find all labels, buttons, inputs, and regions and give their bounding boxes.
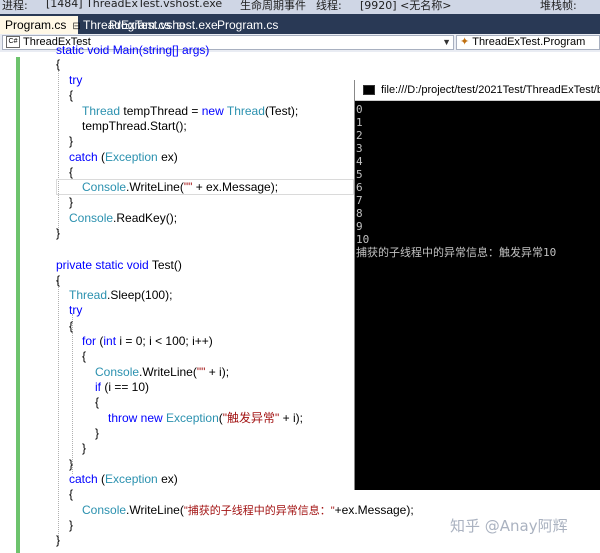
code-line: } <box>56 226 61 240</box>
csharp-project-icon: C# <box>6 36 20 49</box>
code-line: { <box>56 273 61 287</box>
console-icon <box>363 85 375 96</box>
code-line: catch (Exception ex) <box>69 472 178 486</box>
code-line: throw new Exception("触发异常" + i); <box>108 411 303 425</box>
console-title-bar[interactable]: file:///D:/project/test/2021Test/ThreadE… <box>355 80 600 101</box>
indent-guide <box>58 70 59 234</box>
code-line: Console.WriteLine("" + ex.Message); <box>82 180 279 194</box>
tab-program-cs-3[interactable]: Program.cs <box>212 16 322 34</box>
editor-gutter <box>0 52 16 553</box>
code-line: Console.WriteLine("" + i); <box>95 365 230 379</box>
code-line: try <box>69 73 83 87</box>
indent-guide <box>72 314 73 474</box>
code-line: { <box>69 165 74 179</box>
watermark: 知乎 @Anay阿辉 <box>450 517 568 535</box>
class-icon: ✦ <box>460 36 470 48</box>
code-line: } <box>95 426 100 440</box>
code-line: if (i == 10) <box>95 380 150 394</box>
thread-label: 线程: <box>316 0 342 12</box>
console-output: 0 1 2 3 4 5 6 7 8 9 10 捕获的子线程中的异常信息：触发异常… <box>356 103 557 259</box>
chevron-down-icon[interactable]: ▼ <box>442 36 451 49</box>
type-combo-value: ThreadExTest.Program <box>472 36 586 48</box>
code-line: private static void Test() <box>56 258 182 272</box>
code-line: { <box>82 349 87 363</box>
code-line: { <box>69 487 74 501</box>
code-line: Thread.Sleep(100); <box>69 288 173 302</box>
code-line: { <box>69 319 74 333</box>
process-combo[interactable]: [1484] ThreadExTest.vshost.exe <box>46 0 222 10</box>
code-line: tempThread.Start(); <box>82 119 187 133</box>
code-line: Console.WriteLine("捕获的子线程中的异常信息："+ex.Mes… <box>82 503 414 517</box>
indent-guide <box>58 280 59 544</box>
code-line: } <box>82 441 87 455</box>
code-line: } <box>69 195 74 209</box>
code-line: } <box>69 134 74 148</box>
code-line: for (int i = 0; i < 100; i++) <box>82 334 213 348</box>
console-window[interactable]: file:///D:/project/test/2021Test/ThreadE… <box>354 80 600 490</box>
tab-label: Program.cs <box>5 18 67 32</box>
code-line: { <box>56 57 61 71</box>
code-line: Thread tempThread = new Thread(Test); <box>82 104 299 118</box>
code-line: catch (Exception ex) <box>69 150 178 164</box>
type-combo[interactable]: ✦ ThreadExTest.Program <box>456 35 600 50</box>
code-line: { <box>69 88 74 102</box>
code-line: { <box>95 395 100 409</box>
code-line: try <box>69 303 83 317</box>
tab-program-cs-2[interactable]: Program.cs ⊟ <box>104 16 214 34</box>
thread-combo[interactable]: [9920] <无名称> <box>360 0 452 13</box>
tab-program-cs-active[interactable]: Program.cs ⊟ <box>0 16 81 34</box>
code-line: Console.ReadKey(); <box>69 211 178 225</box>
code-line: } <box>69 518 74 532</box>
stack-frame-label: 堆栈帧: <box>540 0 577 12</box>
pin-icon[interactable]: ⊟ <box>176 21 184 32</box>
code-line: static void Main(string[] args) <box>56 43 210 57</box>
document-tab-bar: Program.cs ⊟ ThreadExTest.vshost.exe Prog… <box>0 14 600 34</box>
process-label: 进程: <box>2 0 28 12</box>
code-line: } <box>69 457 74 471</box>
code-line: } <box>56 533 61 547</box>
change-tracking-margin <box>16 57 20 553</box>
debug-location-toolbar: 进程: [1484] ThreadExTest.vshost.exe 生命周期事… <box>0 0 600 14</box>
tab-label: Program.cs <box>217 18 279 32</box>
tab-label: Program.cs <box>109 18 171 32</box>
console-title: file:///D:/project/test/2021Test/ThreadE… <box>381 84 600 96</box>
lifecycle-events-button[interactable]: 生命周期事件 <box>240 0 306 13</box>
